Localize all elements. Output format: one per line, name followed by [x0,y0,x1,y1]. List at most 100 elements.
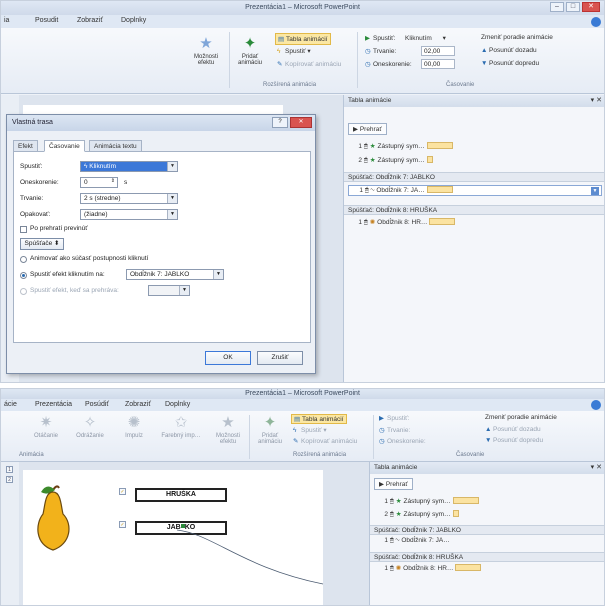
animation-item[interactable]: 2 🖱 ★ Zástupný sym… [374,510,602,521]
animation-pane-button[interactable]: ▤ Tabla animácií [291,414,347,424]
animation-tag[interactable]: ✓ [119,488,126,495]
effect-star-icon: ★ [369,157,376,164]
slide-thumb[interactable]: 2 [6,476,13,483]
tab-slideshow[interactable]: Prezentácia [35,401,72,408]
trigger-header-hruska: Spúšťač: Obdĺžnik 8: HRUŠKA [370,552,604,562]
delay-label: Oneskorenie: [20,179,59,186]
bookmark-select[interactable]: ▼ [148,285,190,296]
ribbon-separator [373,415,374,459]
close-button[interactable]: ✕ [582,2,600,12]
add-animation-button[interactable]: ✦ Pridať animáciu [233,35,267,67]
radio-click-sequence[interactable] [20,256,27,263]
help-icon[interactable] [591,17,601,27]
play-button[interactable]: ▶ Prehrať [374,478,413,490]
trigger-button[interactable]: ϟ Spustiť ▾ [293,426,327,434]
animation-pane-button[interactable]: ▤ Tabla animácií [275,33,331,45]
duration-select[interactable]: 2 s (stredne) ▼ [80,193,178,204]
minimize-button[interactable]: – [550,2,564,12]
start-select[interactable]: Kliknutím ▾ [405,34,446,42]
animation-item[interactable]: 1 🖱 ★ Zástupný sym… [348,142,602,153]
clock-icon: ◷ [379,438,385,445]
animation-tag[interactable]: ✓ [119,521,126,528]
cancel-button[interactable]: Zrušiť [257,351,303,365]
ribbon-separator [229,32,230,88]
group-advanced-label: Rozšírená animácia [263,82,317,88]
tab-review[interactable]: Posúdiť [85,401,109,408]
play-icon: ▶ [353,126,358,133]
color-pulse-icon: ✺ [395,565,402,572]
animation-item[interactable]: 1 🖱 ✺ Obdĺžnik 8: HR… [374,564,602,575]
tab-animations[interactable]: ácie [4,401,17,408]
pane-close-icon[interactable]: ▾ ✕ [591,463,602,471]
copy-animation-button[interactable]: ✎ Kopírovať animáciu [293,437,357,445]
lightning-icon: ϟ [293,427,297,434]
tab-review[interactable]: Posudit [35,17,58,24]
tab-animations[interactable]: ia [4,17,9,24]
effect-bounce[interactable]: ✧ Odrážanie [73,415,107,440]
effect-star-icon: ★ [395,511,402,518]
hruska-box[interactable]: HRUŠKA [135,488,227,502]
arrow-up-icon: ▲ [481,47,488,54]
animation-item[interactable]: 1 🖱 ★ Zástupný sym… [374,497,602,508]
tab-timing[interactable]: Časovanie [44,140,85,152]
delay-spinner[interactable]: 0 ⇕ [80,177,118,188]
spinner-arrows-icon[interactable]: ⇕ [111,178,115,184]
dialog-help-button[interactable]: ? [272,117,288,128]
group-animation-label: Animácia [19,452,44,458]
radio-trigger-on-play[interactable] [20,288,27,295]
tab-view[interactable]: Zobraziť [125,401,151,408]
add-star-icon: ✦ [243,35,257,52]
ribbon: ✷ Otáčanie ✧ Odrážanie ✺ Impulz ✩ Farebný im… [1,411,604,462]
move-earlier-button[interactable]: ▲ Posunúť dozadu [481,47,537,54]
ok-button[interactable]: OK [205,351,251,365]
move-later-button[interactable]: ▼ Posunúť dopredu [485,437,543,444]
window-title: Prezentácia1 – Microsoft PowerPoint [245,4,360,11]
animation-item-selected[interactable]: 1 🖱 ∿ Obdĺžnik 7: JA… ▼ [348,185,602,196]
move-later-button[interactable]: ▼ Posunúť dopredu [481,60,539,67]
trigger-button[interactable]: ϟ Spustiť ▾ [277,47,311,55]
mouse-icon: 🖱 [389,565,394,572]
chevron-down-icon: ▼ [213,270,223,279]
timing-tab-body: Spustiť: ϟ Kliknutím ▼ Oneskorenie: 0 ⇕ … [13,151,311,343]
brush-icon: ✎ [277,61,283,68]
help-icon[interactable] [591,400,601,410]
effect-options-button[interactable]: ★ Možnosti efektu [191,36,221,67]
animation-item[interactable]: 2 🖱 ★ Zástupný sym… [348,156,602,167]
move-earlier-button[interactable]: ▲ Posunúť dozadu [485,426,541,433]
pear-image[interactable] [31,484,77,554]
animation-pane: Tabla animácie ▾ ✕ ▶ Prehrať 1 🖱 ★ Zástupn… [369,462,604,605]
tab-addins[interactable]: Doplnky [165,401,190,408]
trigger-header-jablko: Spúšťač: Obdĺžnik 7: JABLKO [344,172,604,182]
effect-color-pulse[interactable]: ✩ Farebný imp… [161,415,201,440]
tab-addins[interactable]: Doplnky [121,17,146,24]
duration-field[interactable]: 02,00 [421,46,455,56]
timing-bar [452,510,459,517]
timing-bar [455,564,482,571]
delay-field[interactable]: 00,00 [421,59,455,69]
repeat-select[interactable]: (žiadne) ▼ [80,209,178,220]
animation-item[interactable]: 1 🖱 ✺ Obdĺžnik 8: HR… [348,218,602,229]
mouse-icon: 🖱 [389,537,394,544]
copy-animation-button[interactable]: ✎ Kopírovať animáciu [277,60,341,68]
item-dropdown-icon[interactable]: ▼ [591,187,599,195]
tab-view[interactable]: Zobraziť [77,17,103,24]
play-button[interactable]: ▶ Prehrať [348,123,387,135]
effect-options-button[interactable]: ★ Možnosti efektu [213,415,243,446]
effect-pulse[interactable]: ✺ Impulz [117,415,151,440]
screenshot-slide-view: Prezentácia1 – Microsoft PowerPoint ácie… [0,388,605,606]
animation-item[interactable]: 1 🖱 ∿ Obdĺžnik 7: JA… [374,537,602,548]
slide-thumb[interactable]: 1 [6,466,13,473]
slide-canvas[interactable]: ✓ HRUŠKA ✓ JAB KO [23,470,325,605]
screenshot-dialog-view: Prezentácia1 – Microsoft PowerPoint – □ … [0,0,605,383]
radio-trigger-on-click[interactable] [20,272,27,279]
add-animation-button[interactable]: ✦ Pridať animáciu [253,415,287,446]
maximize-button[interactable]: □ [566,2,580,12]
trigger-shape-select[interactable]: Obdĺžnik 7: JABLKO ▼ [126,269,224,280]
rewind-checkbox[interactable] [20,226,27,233]
motion-path-line[interactable] [173,528,325,588]
start-select[interactable]: ϟ Kliknutím ▼ [80,161,178,172]
pane-close-icon[interactable]: ▾ ✕ [591,96,602,104]
triggers-button[interactable]: Spúšťače ⬍ [20,238,64,250]
dialog-close-button[interactable]: ✕ [290,117,312,128]
effect-spin[interactable]: ✷ Otáčanie [29,415,63,440]
